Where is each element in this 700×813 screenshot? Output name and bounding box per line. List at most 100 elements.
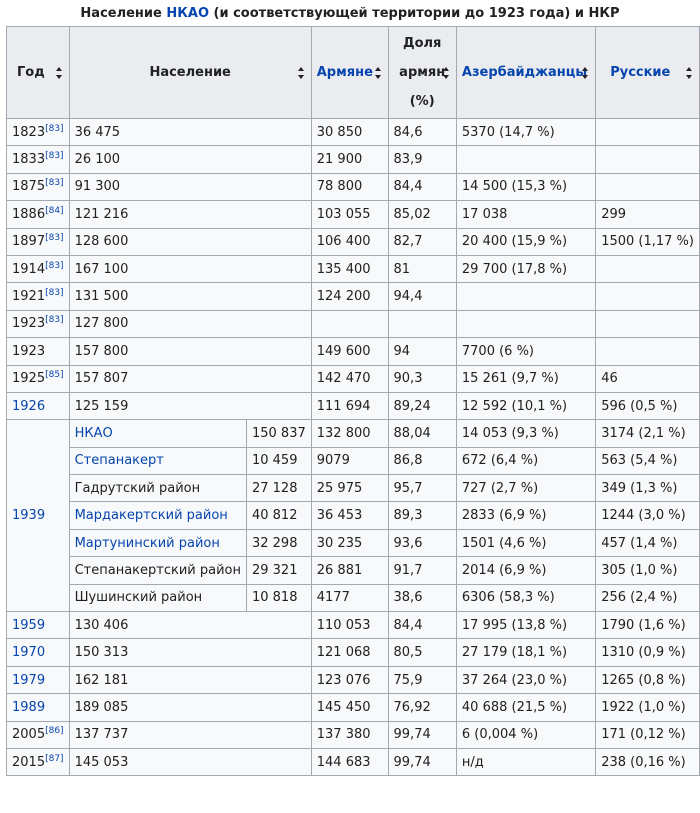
reference-link[interactable]: [83] (45, 233, 63, 243)
table-caption: Население НКАО (и соответствующей террит… (0, 4, 700, 24)
armenians-cell: 132 800 (310, 419, 389, 448)
year-value: 1823 (12, 124, 46, 140)
share-cell: 91,7 (387, 556, 457, 585)
header-armenians[interactable]: Армяне (310, 26, 389, 119)
table-row: 1923 157 800 149 600 94 7700 (6 %) (6, 337, 700, 366)
year-link[interactable]: 1970 (12, 645, 45, 660)
region-link[interactable]: Мардакертский район (68, 501, 247, 530)
header-share-line3: (%) (409, 94, 435, 109)
region-total-cell: 29 321 (245, 556, 312, 585)
year-value: 1833 (12, 152, 46, 168)
share-cell: 85,02 (387, 200, 457, 229)
header-russians-link[interactable]: Русские (610, 65, 670, 80)
year-cell: 1886[84] (6, 200, 70, 229)
year-link[interactable]: 1959 (12, 618, 45, 633)
reference-link[interactable]: [83] (45, 151, 63, 161)
header-azerbaijanis-link[interactable]: Азербайджанцы (462, 65, 587, 80)
armenians-cell: 103 055 (310, 200, 389, 229)
azerbaijanis-cell (455, 282, 597, 311)
share-cell: 84,4 (387, 611, 457, 640)
share-cell: 80,5 (387, 638, 457, 667)
azerbaijanis-cell: 29 700 (17,8 %) (455, 254, 597, 284)
header-year-label: Год (17, 64, 45, 80)
year-cell: 1979 (6, 665, 70, 695)
share-cell: 83,9 (387, 145, 457, 174)
table-row-1939: Шушинский район 10 818 4177 38,6 6306 (5… (7, 583, 700, 613)
header-russians[interactable]: Русские (595, 26, 700, 119)
armenians-cell: 9079 (310, 446, 389, 476)
region-link[interactable]: НКАО (68, 419, 247, 448)
armenians-cell (310, 309, 389, 339)
russians-cell (595, 309, 700, 339)
reference-link[interactable]: [83] (45, 261, 63, 271)
table-row: 1926 125 159 111 694 89,24 12 592 (10,1 %) 59… (6, 391, 700, 421)
sort-icon[interactable] (686, 66, 693, 79)
russians-cell: 3174 (2,1 %) (595, 419, 700, 448)
year-cell: 2015[87] (6, 747, 70, 777)
table-row: 1875[83] 91 300 78 800 84,4 14 500 (15,3 %) (6, 172, 700, 202)
sort-icon[interactable] (374, 66, 382, 79)
armenians-cell: 144 683 (310, 747, 389, 777)
header-share[interactable]: Доля армян (%) (387, 26, 457, 119)
reference-link[interactable]: [83] (45, 178, 63, 188)
armenians-cell: 25 975 (310, 474, 389, 503)
azerbaijanis-cell: 5370 (14,7 %) (455, 117, 597, 147)
share-cell (387, 309, 457, 339)
reference-link[interactable]: [85] (45, 370, 63, 380)
region-total-cell: 10 818 (245, 583, 312, 613)
share-cell: 88,04 (387, 419, 457, 448)
sort-icon[interactable] (55, 66, 63, 79)
year-cell: 1897[83] (6, 227, 70, 256)
year-link[interactable]: 1979 (12, 673, 45, 688)
year-cell: 1923 (6, 337, 70, 366)
reference-link[interactable]: [83] (45, 124, 63, 134)
share-cell: 90,3 (387, 364, 457, 393)
reference-link[interactable]: [83] (45, 288, 63, 298)
armenians-cell: 30 850 (310, 117, 389, 147)
russians-cell: 1922 (1,0 %) (595, 693, 700, 722)
russians-cell (595, 145, 700, 174)
reference-link[interactable]: [87] (45, 754, 63, 764)
azerbaijanis-cell: 12 592 (10,1 %) (455, 391, 597, 421)
region-link[interactable]: Мартунинский район (68, 528, 247, 558)
year-value: 1921 (12, 289, 46, 305)
russians-cell (595, 282, 700, 311)
table-row: 1979 162 181 123 076 75,9 37 264 (23,0 %) 126… (6, 665, 700, 695)
population-cell: 157 807 (68, 364, 312, 393)
region-name: Степанакертский район (68, 556, 247, 585)
sort-icon[interactable] (582, 66, 589, 79)
population-table: Год Население Армяне Доля армян (%) Азерба… (6, 26, 700, 777)
table-row: 1886[84] 121 216 103 055 85,02 17 038 299 (6, 200, 700, 229)
population-cell: 121 216 (68, 200, 312, 229)
year-cell: 1875[83] (6, 172, 70, 202)
year-cell: 1970 (6, 638, 70, 667)
year-link[interactable]: 1939 (12, 508, 45, 523)
caption-link-nkao[interactable]: НКАО (166, 6, 209, 21)
azerbaijanis-cell: 20 400 (15,9 %) (455, 227, 597, 256)
russians-cell (595, 117, 700, 147)
share-cell: 89,24 (387, 391, 457, 421)
header-azerbaijanis[interactable]: Азербайджанцы (455, 26, 597, 119)
year-cell: 1921[83] (6, 282, 70, 311)
reference-link[interactable]: [83] (45, 315, 63, 325)
sort-icon[interactable] (442, 66, 450, 79)
reference-link[interactable]: [84] (45, 206, 63, 216)
year-value: 1925 (12, 371, 46, 387)
reference-link[interactable]: [86] (45, 726, 63, 736)
azerbaijanis-cell: 6306 (58,3 %) (455, 583, 597, 613)
azerbaijanis-cell: 7700 (6 %) (455, 337, 597, 366)
year-link[interactable]: 1926 (12, 399, 45, 414)
year-link[interactable]: 1989 (12, 700, 45, 715)
azerbaijanis-cell: 40 688 (21,5 %) (455, 693, 597, 722)
population-cell: 128 600 (68, 227, 312, 256)
population-cell: 137 737 (68, 720, 312, 749)
header-population[interactable]: Население (68, 26, 312, 119)
sort-icon[interactable] (297, 66, 305, 79)
header-year[interactable]: Год (6, 26, 70, 119)
population-cell: 125 159 (68, 391, 312, 421)
header-armenians-link[interactable]: Армяне (317, 65, 373, 80)
region-link[interactable]: Степанакерт (68, 446, 247, 476)
region-total-cell: 150 837 (245, 419, 312, 448)
azerbaijanis-cell: 1501 (4,6 %) (455, 528, 597, 558)
table-row: 1925[85] 157 807 142 470 90,3 15 261 (9,7 %)… (6, 364, 700, 393)
